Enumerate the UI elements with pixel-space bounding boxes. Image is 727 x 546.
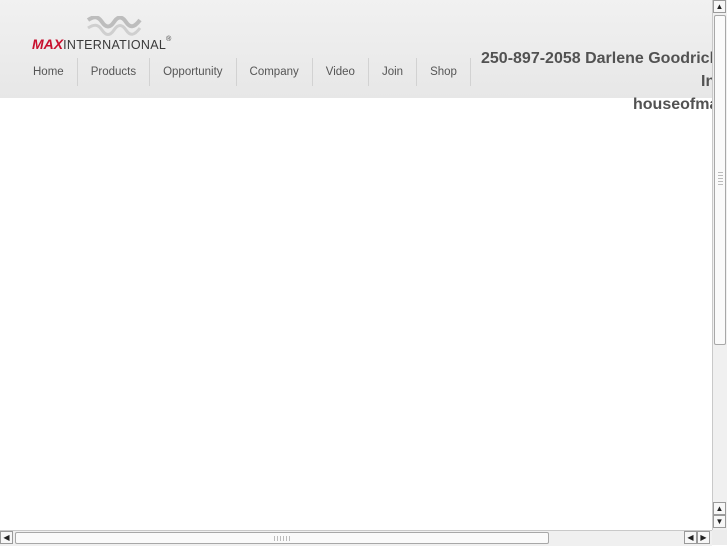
scroll-left-arrow-icon[interactable]: ◀ [684, 531, 697, 544]
nav-home[interactable]: Home [20, 58, 78, 86]
max-international-logo[interactable]: MAXINTERNATIONAL® [32, 14, 202, 54]
contact-title: Independent [701, 73, 712, 90]
logo-international-text: INTERNATIONAL [63, 38, 167, 52]
nav-company[interactable]: Company [237, 58, 313, 86]
vertical-scroll-thumb[interactable] [714, 15, 726, 345]
grip-icon [274, 536, 290, 541]
scroll-left-arrow-icon[interactable]: ◀ [0, 531, 13, 544]
nav-opportunity[interactable]: Opportunity [150, 58, 237, 86]
nav-join[interactable]: Join [369, 58, 418, 86]
scroll-up-arrow-icon[interactable]: ▲ [713, 502, 726, 515]
nav-products[interactable]: Products [78, 58, 151, 86]
logo-max-text: MAX [32, 36, 64, 52]
grip-icon [718, 172, 723, 186]
contact-info: 250-897-2058 Darlene Goodrich Independen… [481, 47, 712, 113]
logo-waves-icon [86, 16, 142, 36]
scrollbar-corner [712, 530, 727, 545]
scroll-up-arrow-icon[interactable]: ▲ [713, 0, 726, 13]
main-nav: Home Products Opportunity Company Video … [20, 58, 471, 86]
horizontal-scroll-thumb[interactable] [15, 532, 549, 544]
logo-registered-mark: ® [166, 36, 172, 43]
scroll-down-arrow-icon[interactable]: ▼ [713, 515, 726, 528]
contact-phone-name: 250-897-2058 Darlene Goodrich [481, 50, 712, 67]
contact-email[interactable]: houseofmax@... [633, 93, 712, 113]
nav-video[interactable]: Video [313, 58, 369, 86]
vertical-scrollbar[interactable]: ▲ ▲ ▼ [712, 0, 727, 530]
scroll-right-arrow-icon[interactable]: ▶ [697, 531, 710, 544]
nav-shop[interactable]: Shop [417, 58, 471, 86]
horizontal-scrollbar[interactable]: ◀ ◀ ▶ [0, 530, 712, 546]
